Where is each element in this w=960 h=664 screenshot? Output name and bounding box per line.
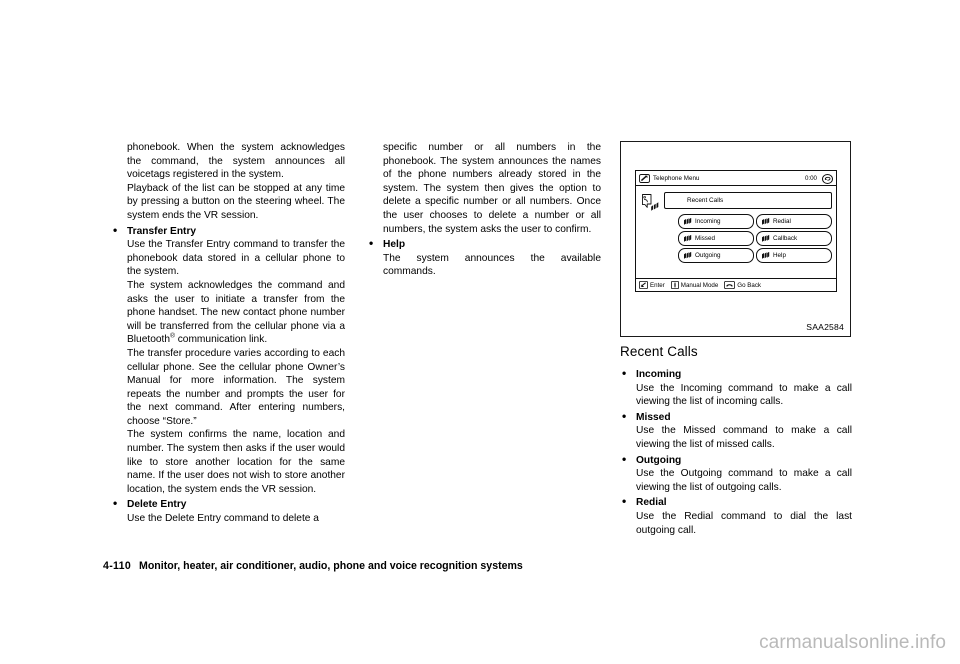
figure-telephone-menu: Telephone Menu 0:00 Recent Calls Incomin… — [620, 141, 851, 337]
voice-wave-icon — [684, 218, 693, 225]
heading-transfer-entry-label: Transfer Entry — [127, 225, 197, 237]
heading-help: • Help — [369, 237, 601, 252]
heading-transfer-entry: • Transfer Entry — [113, 223, 345, 239]
voice-wave-icon — [762, 218, 771, 225]
screen-button-redial-label: Redial — [773, 218, 791, 225]
screen-button-callback-label: Callback — [773, 235, 798, 242]
heading-incoming: • Incoming — [622, 366, 852, 382]
screen-footer-go-back[interactable]: Go Back — [724, 281, 764, 289]
heading-outgoing: • Outgoing — [622, 452, 852, 468]
screen-button-incoming-label: Incoming — [695, 218, 721, 225]
manual-page: phonebook. When the system acknowledges … — [0, 0, 960, 664]
screen-footer-bar: Enter Manual Mode Go Back — [636, 278, 836, 291]
screen-button-incoming[interactable]: Incoming — [678, 214, 754, 229]
voice-wave-icon — [762, 252, 771, 259]
heading-delete-entry-label: Delete Entry — [127, 499, 187, 511]
heading-outgoing-label: Outgoing — [636, 454, 682, 466]
recent-calls-label: Recent Calls — [687, 197, 724, 204]
enter-key-icon — [639, 281, 648, 289]
paragraph-phonebook-ack: phonebook. When the system acknowledges … — [127, 142, 345, 181]
back-arrow-icon[interactable] — [822, 173, 833, 184]
screen-titlebar: Telephone Menu 0:00 — [636, 171, 836, 186]
heading-missed-label: Missed — [636, 411, 671, 423]
hang-up-icon — [724, 281, 736, 289]
bullet-icon: • — [113, 222, 118, 237]
screen-footer-manual-mode-label: Manual Mode — [680, 281, 719, 289]
bullet-icon: • — [113, 496, 118, 511]
heading-incoming-label: Incoming — [636, 369, 682, 380]
screen-footer-manual-mode[interactable]: Manual Mode — [670, 281, 722, 289]
heading-redial: • Redial — [622, 495, 852, 510]
text-column-2: specific number or all numbers in the ph… — [369, 141, 601, 279]
device-screen: Telephone Menu 0:00 Recent Calls Incomin… — [635, 170, 837, 292]
paragraph-incoming: Use the Incoming command to make a call … — [636, 382, 852, 408]
paragraph-outgoing: Use the Outgoing command to make a call … — [636, 468, 852, 493]
paragraph-help-1: The system announces the available comma… — [383, 252, 601, 278]
screen-button-redial[interactable]: Redial — [756, 214, 832, 229]
heading-missed: • Missed — [622, 409, 852, 425]
bullet-icon: • — [622, 494, 627, 509]
heading-help-label: Help — [383, 239, 406, 251]
screen-title: Telephone Menu — [653, 174, 700, 182]
transfer-entry-2-tail: communication link. — [174, 334, 268, 346]
screen-footer-go-back-label: Go Back — [737, 281, 762, 289]
heading-delete-entry: • Delete Entry — [113, 497, 345, 512]
screen-button-outgoing[interactable]: Outgoing — [678, 248, 754, 263]
screen-clock: 0:00 — [804, 175, 817, 182]
bullet-icon: • — [369, 236, 374, 251]
paragraph-missed: Use the Missed command to make a call vi… — [636, 425, 852, 450]
screen-button-help[interactable]: Help — [756, 248, 832, 263]
screen-button-help-label: Help — [773, 252, 786, 259]
screen-button-grid: Incoming Redial Missed Callback Outgoing… — [678, 214, 832, 263]
bullet-icon: • — [622, 451, 627, 466]
paragraph-transfer-entry-3: The transfer procedure varies according … — [127, 347, 345, 427]
screen-button-missed-label: Missed — [695, 235, 715, 242]
screen-body: Recent Calls Incoming Redial Missed Call… — [636, 186, 836, 278]
recent-calls-field[interactable]: Recent Calls — [664, 192, 832, 209]
bullet-icon: • — [622, 408, 627, 423]
speaking-head-icon — [640, 193, 660, 215]
bullet-icon: • — [622, 366, 627, 380]
voice-wave-icon — [762, 235, 771, 242]
paragraph-playback: Playback of the list can be stopped at a… — [127, 182, 345, 221]
section-title-recent-calls: Recent Calls — [620, 344, 698, 359]
joystick-icon — [670, 281, 679, 289]
figure-code: SAA2584 — [806, 322, 844, 332]
paragraph-redial: Use the Redial command to dial the last … — [636, 510, 852, 536]
text-column-1: phonebook. When the system acknowledges … — [113, 141, 345, 526]
paragraph-transfer-entry-1: Use the Transfer Entry command to transf… — [127, 239, 345, 278]
voice-wave-icon — [684, 235, 693, 242]
screen-footer-enter[interactable]: Enter — [639, 281, 668, 289]
footer-chapter-title: Monitor, heater, air conditioner, audio,… — [139, 560, 523, 572]
paragraph-transfer-entry-4: The system confirms the name, location a… — [127, 429, 345, 495]
paragraph-delete-entry-continued: specific number or all numbers in the ph… — [383, 142, 601, 235]
phone-handset-icon — [639, 173, 650, 183]
screen-button-missed[interactable]: Missed — [678, 231, 754, 246]
heading-redial-label: Redial — [636, 497, 667, 509]
text-column-3: • Incoming Use the Incoming command to m… — [622, 366, 852, 537]
screen-button-outgoing-label: Outgoing — [695, 252, 721, 259]
watermark: carmanualsonline.info — [759, 632, 946, 653]
paragraph-delete-entry-1: Use the Delete Entry command to delete a — [127, 513, 319, 525]
voice-wave-icon — [684, 252, 693, 259]
paragraph-transfer-entry-2: The system acknowledges the command and … — [127, 279, 345, 347]
page-footer: 4-110 Monitor, heater, air conditioner, a… — [103, 560, 523, 572]
page-number: 4-110 — [103, 560, 132, 572]
screen-footer-enter-label: Enter — [650, 281, 665, 289]
screen-button-callback[interactable]: Callback — [756, 231, 832, 246]
